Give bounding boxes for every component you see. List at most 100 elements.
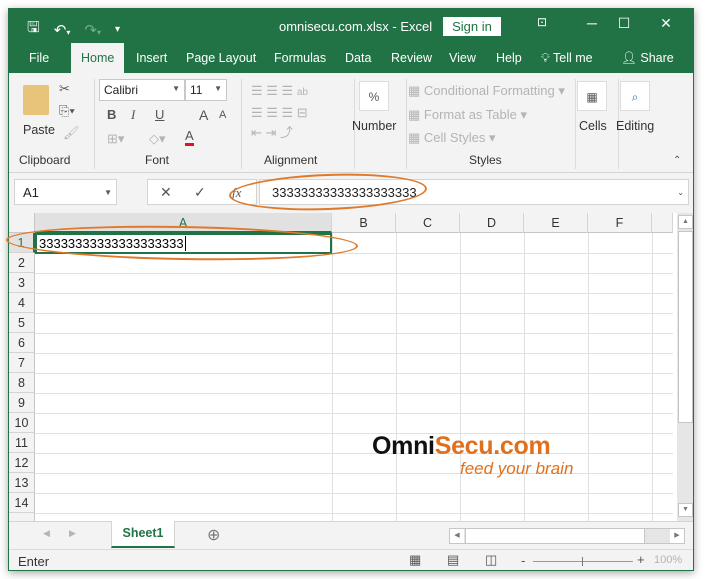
sheet-scroll-left-icon[interactable]: ◀: [43, 528, 50, 539]
worksheet-grid[interactable]: A B C D E F 1 2 3 4 5 6 7 8 9 10 11 12 13 14 33333333…: [9, 213, 677, 523]
gridline: [35, 313, 673, 314]
tab-file[interactable]: File: [29, 43, 49, 73]
zoom-slider-thumb[interactable]: [582, 557, 583, 566]
tab-data[interactable]: Data: [345, 43, 371, 73]
row-header-8[interactable]: 8: [9, 373, 35, 393]
share-button[interactable]: 👤︎ Share: [621, 43, 674, 73]
row-header-12[interactable]: 12: [9, 453, 35, 473]
maximize-button[interactable]: ☐: [609, 15, 639, 32]
add-sheet-button[interactable]: ⊕: [207, 525, 220, 545]
format-as-table-button[interactable]: ▦ Format as Table ▾: [408, 107, 527, 123]
column-header-e[interactable]: E: [524, 213, 588, 233]
paste-button[interactable]: Paste: [23, 123, 55, 137]
italic-button[interactable]: I: [131, 107, 135, 123]
format-painter-icon[interactable]: 🖌︎: [63, 125, 80, 141]
borders-icon[interactable]: ⊞▾: [107, 131, 124, 147]
row-header-9[interactable]: 9: [9, 393, 35, 413]
scroll-down-icon[interactable]: ▼: [678, 503, 693, 517]
number-format-icon[interactable]: %: [359, 81, 389, 111]
column-header-d[interactable]: D: [460, 213, 524, 233]
page-layout-view-icon[interactable]: ▤: [447, 552, 459, 568]
tab-help[interactable]: Help: [496, 43, 522, 73]
column-header-b[interactable]: B: [332, 213, 396, 233]
cell-styles-button[interactable]: ▦ Cell Styles ▾: [408, 130, 495, 146]
row-header-4[interactable]: 4: [9, 293, 35, 313]
tab-page-layout[interactable]: Page Layout: [186, 43, 256, 73]
font-size-select[interactable]: 11 ▼: [185, 79, 227, 101]
tell-me-button[interactable]: 💡︎ Tell me: [541, 43, 593, 73]
row-header-5[interactable]: 5: [9, 313, 35, 333]
paste-icon[interactable]: [23, 85, 49, 115]
zoom-slider[interactable]: [533, 561, 633, 562]
name-box[interactable]: A1 ▼: [14, 179, 117, 205]
copy-icon[interactable]: ⎘▾: [59, 103, 75, 119]
zoom-in-button[interactable]: +: [637, 552, 645, 567]
row-header-3[interactable]: 3: [9, 273, 35, 293]
normal-view-icon[interactable]: ▦: [409, 552, 421, 568]
tab-home[interactable]: Home: [71, 43, 125, 73]
gridline: [35, 273, 673, 274]
ribbon-display-options-icon[interactable]: ⊡: [527, 15, 557, 29]
tab-formulas[interactable]: Formulas: [274, 43, 326, 73]
logo-brand-orange: Secu.com: [434, 432, 551, 460]
scroll-left-icon[interactable]: ◀: [450, 529, 464, 543]
confirm-entry-button[interactable]: ✓: [194, 184, 206, 201]
horizontal-scrollbar[interactable]: ◀ ▶: [449, 528, 685, 544]
grow-font-button[interactable]: A: [199, 107, 208, 123]
row-header-6[interactable]: 6: [9, 333, 35, 353]
column-header-g[interactable]: [652, 213, 673, 233]
zoom-level[interactable]: 100%: [654, 554, 682, 566]
sheet-scroll-right-icon[interactable]: ▶: [69, 528, 76, 539]
expand-formula-bar-icon[interactable]: ⌄: [677, 188, 684, 197]
cells-icon[interactable]: ▦: [577, 81, 607, 111]
customize-qat-icon[interactable]: ▾: [115, 24, 120, 35]
column-header-c[interactable]: C: [396, 213, 460, 233]
redo-icon[interactable]: ↷▾: [84, 21, 101, 39]
ribbon-tabs: File Home Insert Page Layout Formulas Da…: [9, 43, 693, 73]
font-color-button[interactable]: A: [185, 129, 194, 146]
underline-button[interactable]: U: [155, 107, 164, 122]
alignment-icons[interactable]: ☰ ☰ ☰ ab ☰ ☰ ☰ ⊟ ⇤ ⇥ ⤴: [251, 81, 308, 143]
cut-icon[interactable]: ✂: [59, 81, 70, 97]
title-bar: 🖫 ↶▾ ↷▾ ▾ omnisecu.com.xlsx - Excel Sign…: [9, 9, 693, 43]
close-button[interactable]: ✕: [651, 15, 681, 32]
save-icon[interactable]: 🖫: [27, 17, 40, 42]
cancel-entry-button[interactable]: ✕: [160, 184, 172, 201]
scroll-right-icon[interactable]: ▶: [670, 529, 684, 543]
number-button[interactable]: Number: [352, 119, 396, 133]
vertical-scrollbar[interactable]: ▲ ▼: [677, 213, 693, 521]
tab-insert[interactable]: Insert: [136, 43, 167, 73]
collapse-ribbon-icon[interactable]: ⌃: [673, 155, 681, 166]
font-name-select[interactable]: Calibri ▼: [99, 79, 185, 101]
select-all-button[interactable]: [9, 213, 35, 233]
sheet-tab-sheet1[interactable]: Sheet1: [111, 521, 175, 548]
undo-icon[interactable]: ↶▾: [54, 21, 71, 39]
bold-button[interactable]: B: [107, 107, 116, 122]
gridline: [35, 353, 673, 354]
row-header-11[interactable]: 11: [9, 433, 35, 453]
gridline: [524, 233, 525, 523]
fill-color-icon[interactable]: ◇▾: [149, 131, 166, 147]
column-header-f[interactable]: F: [588, 213, 652, 233]
row-header-10[interactable]: 10: [9, 413, 35, 433]
scroll-thumb[interactable]: [678, 231, 693, 423]
search-icon[interactable]: ⌕: [620, 81, 650, 111]
cells-button[interactable]: Cells: [579, 119, 607, 133]
gridline: [35, 333, 673, 334]
scroll-up-icon[interactable]: ▲: [678, 215, 693, 229]
horizontal-scroll-thumb[interactable]: [465, 529, 645, 543]
tab-view[interactable]: View: [449, 43, 476, 73]
conditional-formatting-button[interactable]: ▦ Conditional Formatting ▾: [408, 83, 565, 99]
shrink-font-button[interactable]: A: [219, 109, 226, 121]
editing-button[interactable]: Editing: [616, 119, 654, 133]
zoom-out-button[interactable]: -: [521, 553, 525, 568]
name-box-value: A1: [23, 185, 39, 200]
row-header-13[interactable]: 13: [9, 473, 35, 493]
page-break-preview-icon[interactable]: ◫: [485, 552, 497, 568]
tab-review[interactable]: Review: [391, 43, 432, 73]
row-header-2[interactable]: 2: [9, 253, 35, 273]
sign-in-button[interactable]: Sign in: [443, 17, 501, 36]
row-header-14[interactable]: 14: [9, 493, 35, 513]
minimize-button[interactable]: ─: [577, 15, 607, 31]
row-header-7[interactable]: 7: [9, 353, 35, 373]
